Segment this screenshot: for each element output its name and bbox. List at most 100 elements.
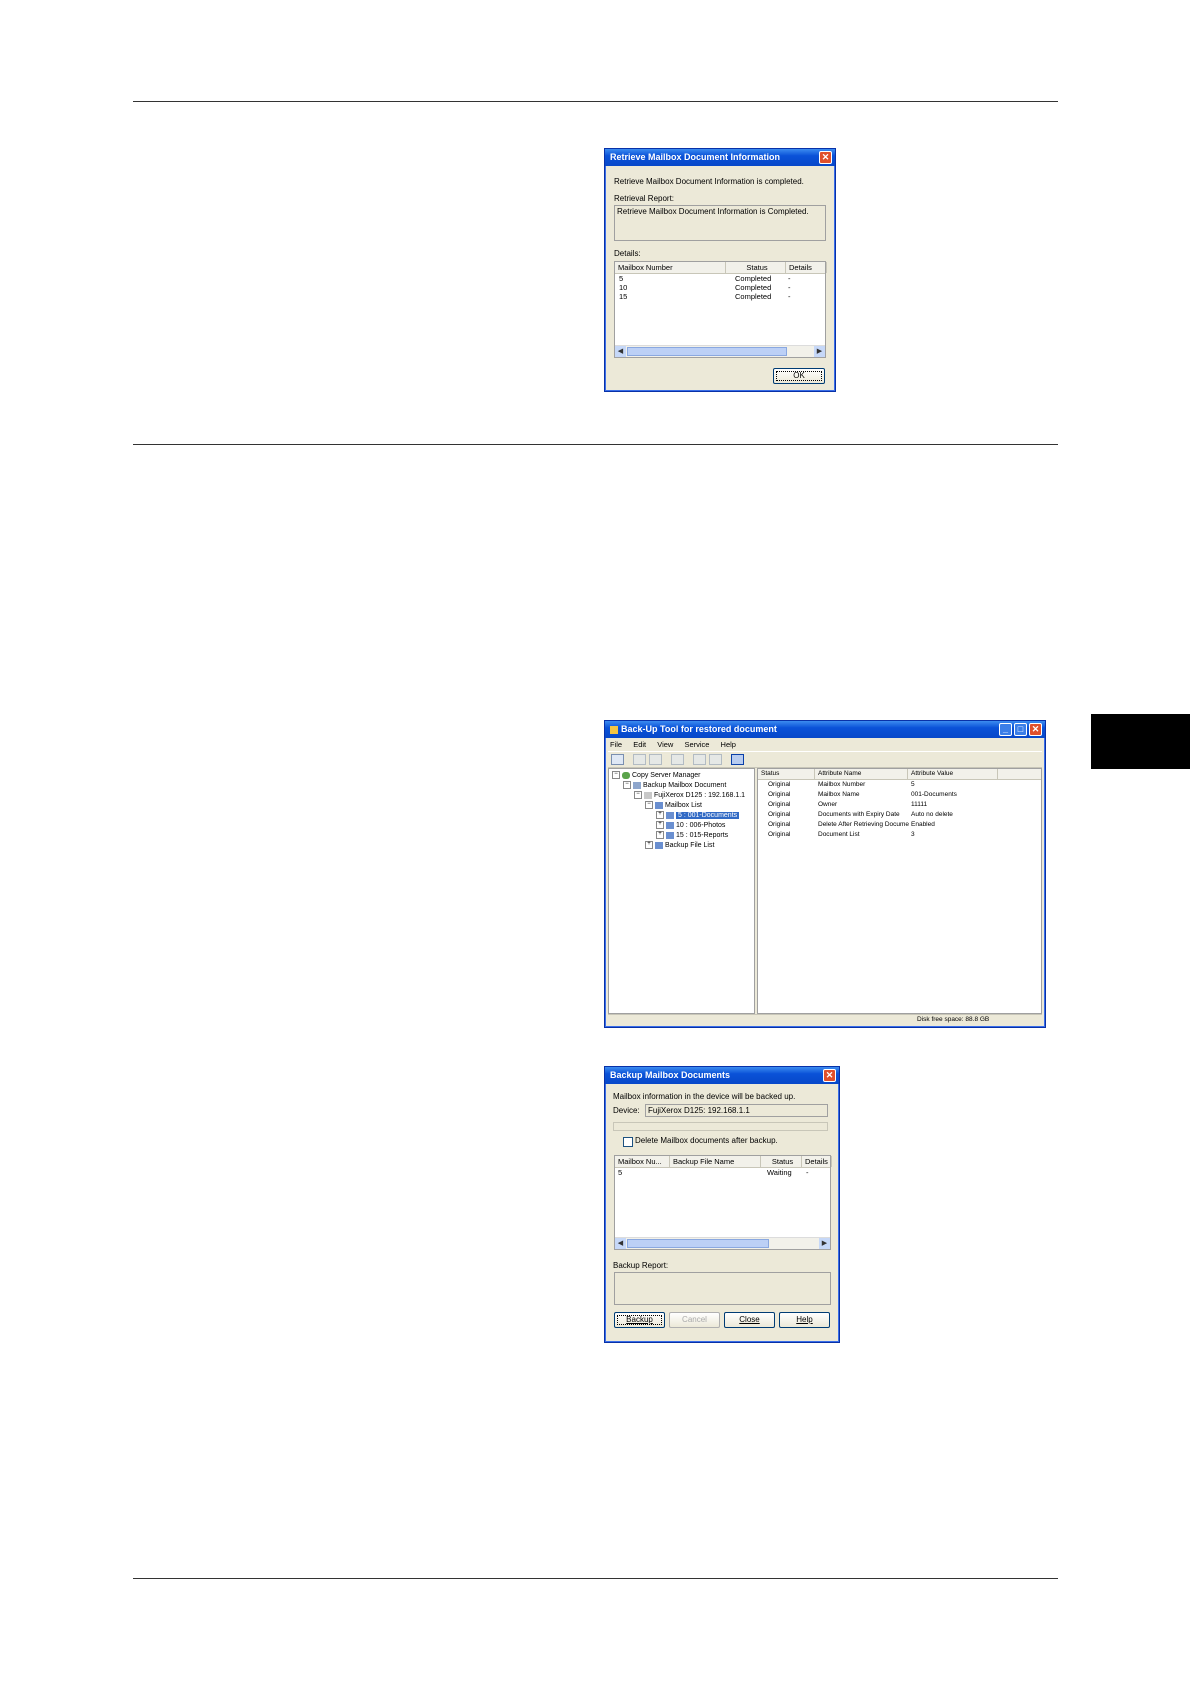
menu-view[interactable]: View [657,740,673,749]
retrieve-icon[interactable] [649,754,662,765]
server-icon [622,771,630,779]
device-value: FujiXerox D125: 192.168.1.1 [648,1106,750,1115]
horizontal-scrollbar[interactable]: ◀ ▶ [615,1237,830,1249]
menu-edit[interactable]: Edit [633,740,646,749]
tree-mailbox-list[interactable]: − Mailbox List [645,801,702,810]
attr-status[interactable]: Original [768,780,790,789]
ok-button[interactable]: OK [773,368,825,384]
backup-row-details: - [806,1168,809,1177]
refresh-icon[interactable] [633,754,646,765]
backup-row-mailbox[interactable]: 5 [618,1168,622,1177]
close-icon[interactable]: ✕ [1029,723,1042,736]
printer-icon [644,791,652,799]
attr-name: Document List [818,831,860,838]
backup-button[interactable]: Backup [614,1312,665,1328]
tree-root[interactable]: − Copy Server Manager [612,771,700,780]
export-icon[interactable] [611,754,624,765]
col-details[interactable]: Details [786,262,827,273]
col-status[interactable]: Status [758,769,815,779]
mailbox-icon [666,821,674,829]
section-rule [133,444,1058,445]
row-status: Completed [735,274,772,283]
tree-mailbox[interactable]: +10 : 006-Photos [656,821,725,830]
attr-status[interactable]: Original [768,830,790,839]
close-icon[interactable]: ✕ [823,1069,836,1082]
phone-icon[interactable] [671,754,684,765]
col-attribute-name[interactable]: Attribute Name [815,769,908,779]
attr-status[interactable]: Original [768,820,790,829]
retrieve-message: Retrieve Mailbox Document Information is… [614,177,804,186]
tree-mailbox[interactable]: +15 : 015-Reports [656,831,728,840]
attr-status[interactable]: Original [768,810,790,819]
retrieve-dialog-title: Retrieve Mailbox Document Information [605,149,835,166]
device-field: FujiXerox D125: 192.168.1.1 [645,1104,828,1117]
row-mailbox[interactable]: 5 [619,274,623,283]
minimize-icon[interactable]: _ [999,723,1012,736]
attr-status[interactable]: Original [768,800,790,809]
backup-list: Mailbox Nu... Backup File Name Status De… [614,1155,832,1250]
retrieval-report-box: Retrieve Mailbox Document Information is… [614,205,826,241]
attr-name: Documents with Expiry Date [818,811,900,818]
row-status: Completed [735,292,772,301]
backup-list-header: Mailbox Nu... Backup File Name Status De… [615,1156,832,1168]
backup-tool-title-text: Back-Up Tool for restored document [621,724,777,734]
col-status[interactable]: Status [726,262,786,273]
device-label: Device: [613,1106,640,1115]
backup-row-status: Waiting [767,1168,792,1177]
close-button[interactable]: Close [724,1312,775,1328]
menu-help[interactable]: Help [721,740,736,749]
row-mailbox[interactable]: 15 [619,292,627,301]
tree-backup-mailbox[interactable]: − Backup Mailbox Document [623,781,726,790]
delete-after-backup-label[interactable]: Delete Mailbox documents after backup. [635,1136,778,1145]
backup-icon[interactable] [693,754,706,765]
backup-message: Mailbox information in the device will b… [613,1092,796,1101]
help-button[interactable]: Help [779,1312,830,1328]
menu-file[interactable]: File [610,740,622,749]
close-button-label: Close [739,1315,760,1324]
chapter-tab [1091,714,1190,769]
close-icon[interactable]: ✕ [819,151,832,164]
details-list-header: Mailbox Number Status Details [615,262,827,274]
bottom-rule [133,1578,1058,1579]
scroll-right-icon[interactable]: ▶ [819,1238,830,1249]
row-mailbox[interactable]: 10 [619,283,627,292]
attr-value: 11111 [911,801,928,808]
attr-name: Mailbox Name [818,791,860,798]
scroll-right-icon[interactable]: ▶ [814,346,825,357]
scroll-left-icon[interactable]: ◀ [615,1238,626,1249]
mailbox-icon [666,831,674,839]
attr-value: 5 [911,781,915,788]
tree-device[interactable]: − FujiXerox D125 : 192.168.1.1 [634,791,745,800]
row-details: - [788,283,791,292]
col-mailbox-number[interactable]: Mailbox Nu... [615,1156,670,1167]
restore-icon[interactable] [709,754,722,765]
maximize-icon[interactable]: □ [1014,723,1027,736]
backup-tool-window: Back-Up Tool for restored document _ □ ✕… [604,720,1046,1028]
col-details[interactable]: Details [802,1156,832,1167]
details-list: Mailbox Number Status Details 5 Complete… [614,261,827,358]
tree-pane[interactable]: − Copy Server Manager − Backup Mailbox Doc… [608,768,755,1014]
app-icon [610,725,618,734]
top-rule [133,101,1058,102]
retrieval-report-text: Retrieve Mailbox Document Information is… [617,207,809,216]
col-mailbox-number[interactable]: Mailbox Number [615,262,726,273]
col-attribute-value[interactable]: Attribute Value [908,769,998,779]
menu-bar: File Edit View Service Help [610,739,745,750]
menu-service[interactable]: Service [684,740,709,749]
tree-mailbox[interactable]: +5 : 001-Documents [656,811,740,820]
attr-value: 001-Documents [911,791,957,798]
copy-icon[interactable] [731,754,744,765]
attr-status[interactable]: Original [768,790,790,799]
delete-after-backup-checkbox[interactable] [623,1137,633,1147]
retrieval-report-label: Retrieval Report: [614,194,675,203]
col-status[interactable]: Status [761,1156,802,1167]
scroll-left-icon[interactable]: ◀ [615,346,626,357]
scroll-thumb[interactable] [627,1239,769,1248]
separator [613,1122,828,1131]
list-icon [655,841,663,849]
col-backup-file-name[interactable]: Backup File Name [670,1156,761,1167]
horizontal-scrollbar[interactable]: ◀ ▶ [615,345,825,357]
cancel-button[interactable]: Cancel [669,1312,720,1328]
tree-backup-file-list[interactable]: + Backup File List [645,841,714,850]
scroll-thumb[interactable] [627,347,787,356]
